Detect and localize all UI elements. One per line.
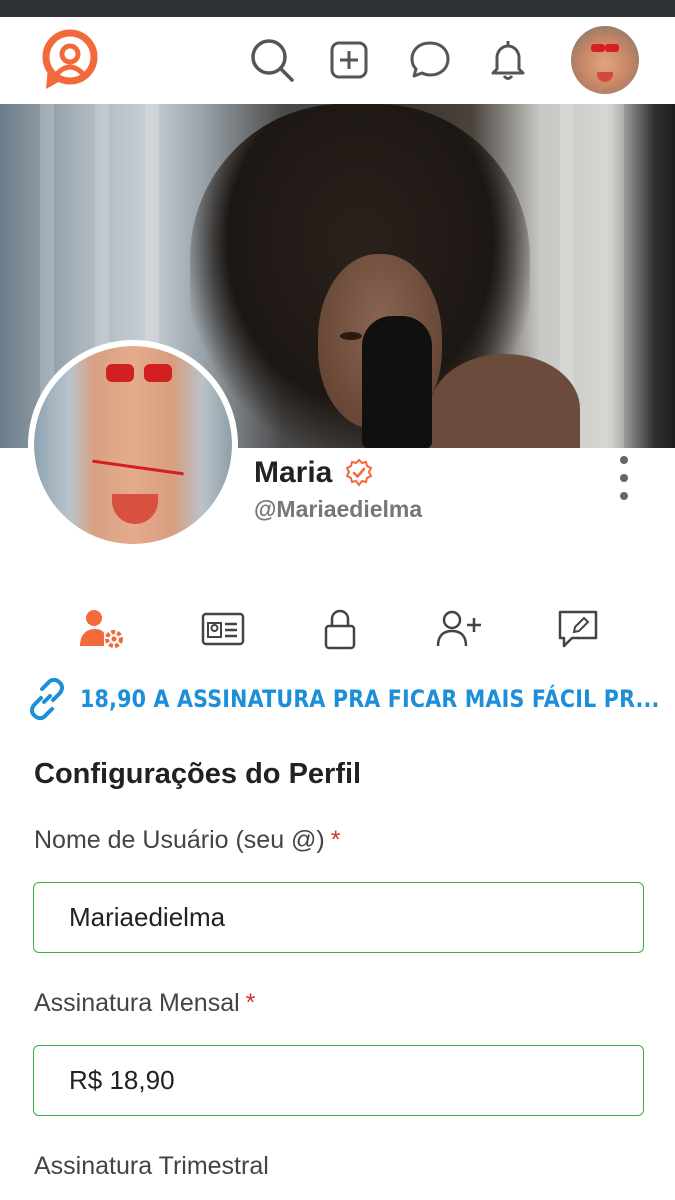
username-field[interactable]: Mariaedielma <box>33 882 644 953</box>
username-label: Nome de Usuário (seu @) * <box>34 826 341 854</box>
section-title: Configurações do Perfil <box>34 758 362 790</box>
top-navigation <box>0 17 675 104</box>
tab-lock-icon[interactable] <box>312 604 368 654</box>
tab-add-user-icon[interactable] <box>430 604 486 654</box>
add-post-icon[interactable] <box>324 35 374 85</box>
status-bar <box>0 0 675 17</box>
profile-link-text[interactable]: 18,90 A ASSINATURA PRA FICAR MAIS FÁCIL … <box>80 685 660 713</box>
search-icon[interactable] <box>247 35 297 85</box>
tab-settings-user-icon[interactable] <box>74 604 130 654</box>
link-icon <box>30 677 64 721</box>
avatar[interactable] <box>571 26 639 94</box>
profile-name: Maria <box>254 456 333 489</box>
chat-icon[interactable] <box>405 35 455 85</box>
tab-edit-note-icon[interactable] <box>550 604 606 654</box>
monthly-subscription-field[interactable]: R$ 18,90 <box>33 1045 644 1116</box>
bell-icon[interactable] <box>483 35 533 85</box>
quarterly-subscription-label: Assinatura Trimestral <box>34 1152 269 1180</box>
monthly-subscription-label: Assinatura Mensal * <box>34 989 256 1017</box>
required-mark: * <box>245 989 256 1017</box>
profile-handle: @Mariaedielma <box>254 496 423 522</box>
profile-avatar[interactable] <box>28 340 238 550</box>
profile-link[interactable]: 18,90 A ASSINATURA PRA FICAR MAIS FÁCIL … <box>24 676 675 722</box>
more-options-icon[interactable] <box>612 456 636 500</box>
required-mark: * <box>330 826 341 854</box>
profile-name-row: Maria <box>254 456 374 490</box>
profile-tabs <box>0 604 675 654</box>
tab-id-card-icon[interactable] <box>195 604 251 654</box>
verified-badge-icon <box>346 458 373 487</box>
logo-icon[interactable] <box>40 27 102 93</box>
